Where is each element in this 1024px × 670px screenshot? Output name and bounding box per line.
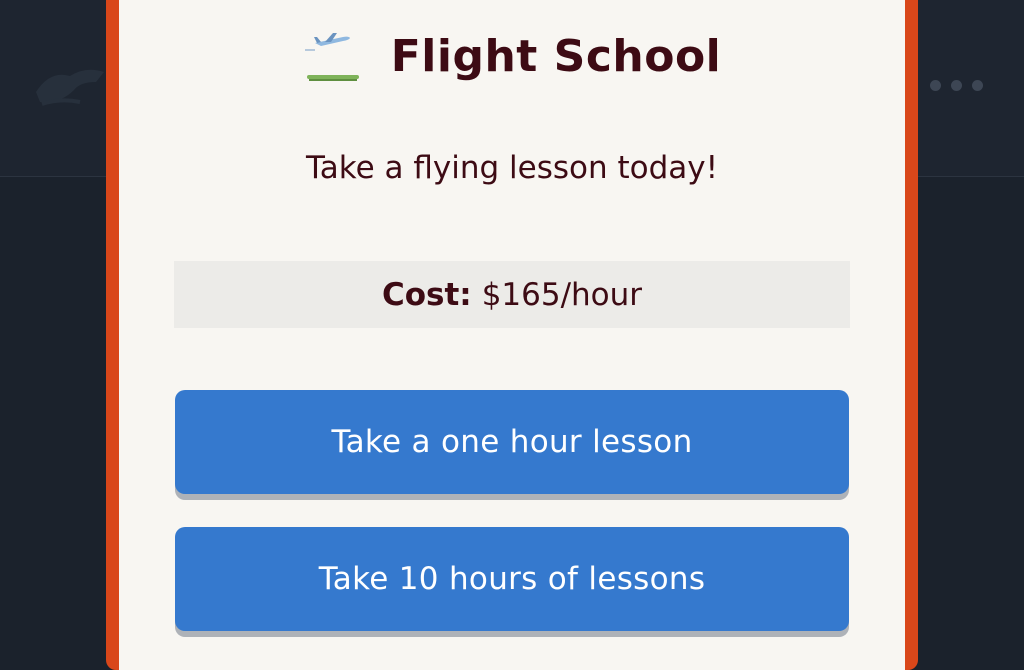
flight-school-modal: Flight School Take a flying lesson today…	[119, 0, 905, 670]
modal-title: Flight School	[390, 30, 722, 82]
ten-hour-lessons-button[interactable]: Take 10 hours of lessons	[175, 527, 849, 631]
shadowed-activity-icon	[36, 69, 104, 106]
modal-subtitle: Take a flying lesson today!	[305, 150, 719, 186]
title-row: Flight School	[119, 18, 905, 94]
airplane-takeoff-icon	[304, 33, 359, 81]
cost-value: $165/hour	[481, 276, 643, 313]
cost-box: Cost: $165/hour	[174, 261, 850, 328]
one-hour-lesson-button[interactable]: Take a one hour lesson	[175, 390, 849, 494]
cost-label: Cost:	[381, 276, 472, 313]
more-icon	[930, 80, 983, 91]
